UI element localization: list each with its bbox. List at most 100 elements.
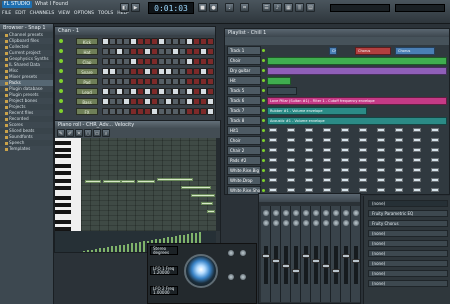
piano-roll-title[interactable]: Piano roll - CHR_Adv... Velocity bbox=[55, 121, 220, 129]
fader-handle[interactable] bbox=[272, 259, 280, 263]
step-button[interactable] bbox=[109, 58, 116, 65]
pattern-block[interactable] bbox=[323, 188, 331, 192]
track-mute-led[interactable] bbox=[262, 69, 265, 72]
track-mute-led[interactable] bbox=[262, 79, 265, 82]
step-button[interactable] bbox=[102, 68, 109, 75]
playlist-timeline[interactable] bbox=[225, 37, 449, 45]
midi-note[interactable] bbox=[191, 194, 215, 197]
channel-name-button[interactable]: FX bbox=[76, 108, 98, 115]
step-button[interactable] bbox=[186, 88, 193, 95]
fx-slot[interactable]: (none) bbox=[368, 230, 448, 237]
step-button[interactable] bbox=[179, 48, 186, 55]
lfo2-box[interactable]: LFO 2 Freq 1.00000 bbox=[150, 286, 178, 295]
playlist-clip[interactable]: Chorus bbox=[329, 47, 337, 55]
step-button[interactable] bbox=[137, 58, 144, 65]
midi-note[interactable] bbox=[137, 180, 155, 183]
step-button[interactable] bbox=[123, 68, 130, 75]
velocity-bar[interactable] bbox=[87, 250, 89, 252]
step-button[interactable] bbox=[186, 58, 193, 65]
velocity-bar[interactable] bbox=[95, 249, 97, 252]
track-mute-led[interactable] bbox=[262, 49, 265, 52]
release-knob[interactable] bbox=[240, 274, 246, 280]
step-button[interactable] bbox=[130, 68, 137, 75]
channel-name-button[interactable]: Pad bbox=[76, 78, 98, 85]
play-icon[interactable]: ▶ bbox=[131, 3, 140, 12]
fader-handle[interactable] bbox=[292, 269, 300, 273]
fader-handle[interactable] bbox=[332, 269, 340, 273]
step-button[interactable] bbox=[144, 48, 151, 55]
step-button[interactable] bbox=[165, 38, 172, 45]
channel-mute-led[interactable] bbox=[59, 59, 63, 63]
pattern-block[interactable] bbox=[431, 178, 439, 182]
pattern-block[interactable] bbox=[287, 158, 295, 162]
channel-mute-led[interactable] bbox=[59, 79, 63, 83]
pattern-block[interactable] bbox=[269, 158, 277, 162]
pattern-block[interactable] bbox=[431, 128, 439, 132]
midi-note[interactable] bbox=[103, 180, 121, 183]
menu-channels[interactable]: CHANNELS bbox=[30, 10, 55, 17]
step-button[interactable] bbox=[193, 78, 200, 85]
pan-knob[interactable] bbox=[323, 210, 329, 216]
track-label[interactable]: Track 7 bbox=[227, 106, 261, 115]
playlist-view-icon[interactable]: ☰ bbox=[262, 3, 271, 12]
pattern-block[interactable] bbox=[377, 138, 385, 142]
step-button[interactable] bbox=[207, 58, 214, 65]
step-button[interactable] bbox=[172, 68, 179, 75]
step-button[interactable] bbox=[200, 38, 207, 45]
pattern-block[interactable] bbox=[269, 188, 277, 192]
step-button[interactable] bbox=[109, 38, 116, 45]
step-button[interactable] bbox=[123, 108, 130, 115]
playlist-clip[interactable]: Chorus bbox=[355, 47, 391, 55]
step-button[interactable] bbox=[137, 78, 144, 85]
pattern-block[interactable] bbox=[341, 168, 349, 172]
volume-knob[interactable] bbox=[263, 220, 269, 226]
step-button[interactable] bbox=[207, 38, 214, 45]
pattern-block[interactable] bbox=[359, 188, 367, 192]
black-key[interactable] bbox=[55, 186, 71, 190]
step-button[interactable] bbox=[116, 58, 123, 65]
playlist-clip[interactable]: Rubber #1 - Volume envelope bbox=[267, 107, 367, 115]
fader-handle[interactable] bbox=[302, 254, 310, 258]
fader-track[interactable] bbox=[312, 246, 320, 284]
step-button[interactable] bbox=[200, 88, 207, 95]
fader-track[interactable] bbox=[282, 246, 290, 284]
pattern-block[interactable] bbox=[377, 148, 385, 152]
step-button[interactable] bbox=[186, 78, 193, 85]
channel-name-button[interactable]: Snare bbox=[76, 68, 98, 75]
midi-note[interactable] bbox=[85, 180, 101, 183]
step-button[interactable] bbox=[179, 58, 186, 65]
fader-track[interactable] bbox=[302, 246, 310, 284]
volume-knob[interactable] bbox=[273, 220, 279, 226]
step-button[interactable] bbox=[200, 48, 207, 55]
step-button[interactable] bbox=[193, 38, 200, 45]
pattern-block[interactable] bbox=[287, 128, 295, 132]
pattern-block[interactable] bbox=[269, 138, 277, 142]
track-label[interactable]: Track 1 bbox=[227, 46, 261, 55]
step-button[interactable] bbox=[179, 38, 186, 45]
pattern-block[interactable] bbox=[431, 138, 439, 142]
step-button[interactable] bbox=[130, 78, 137, 85]
step-button[interactable] bbox=[193, 88, 200, 95]
step-button[interactable] bbox=[116, 38, 123, 45]
step-button[interactable] bbox=[158, 58, 165, 65]
stepseq-view-icon[interactable]: ▦ bbox=[284, 3, 293, 12]
pattern-block[interactable] bbox=[395, 178, 403, 182]
step-button[interactable] bbox=[158, 68, 165, 75]
fader-handle[interactable] bbox=[262, 254, 270, 258]
step-button[interactable] bbox=[179, 68, 186, 75]
track-label[interactable]: Choir bbox=[227, 56, 261, 65]
black-key[interactable] bbox=[55, 179, 71, 183]
step-button[interactable] bbox=[130, 98, 137, 105]
step-button[interactable] bbox=[151, 58, 158, 65]
step-button[interactable] bbox=[207, 88, 214, 95]
pattern-block[interactable] bbox=[359, 178, 367, 182]
menu-edit[interactable]: EDIT bbox=[15, 10, 25, 17]
playlist-title[interactable]: Playlist - Chill 1 bbox=[225, 29, 449, 37]
pattern-block[interactable] bbox=[341, 158, 349, 162]
step-button[interactable] bbox=[172, 108, 179, 115]
step-button[interactable] bbox=[144, 78, 151, 85]
pattern-block[interactable] bbox=[305, 138, 313, 142]
playlist-clip[interactable] bbox=[267, 57, 447, 65]
step-button[interactable] bbox=[151, 38, 158, 45]
step-button[interactable] bbox=[109, 98, 116, 105]
